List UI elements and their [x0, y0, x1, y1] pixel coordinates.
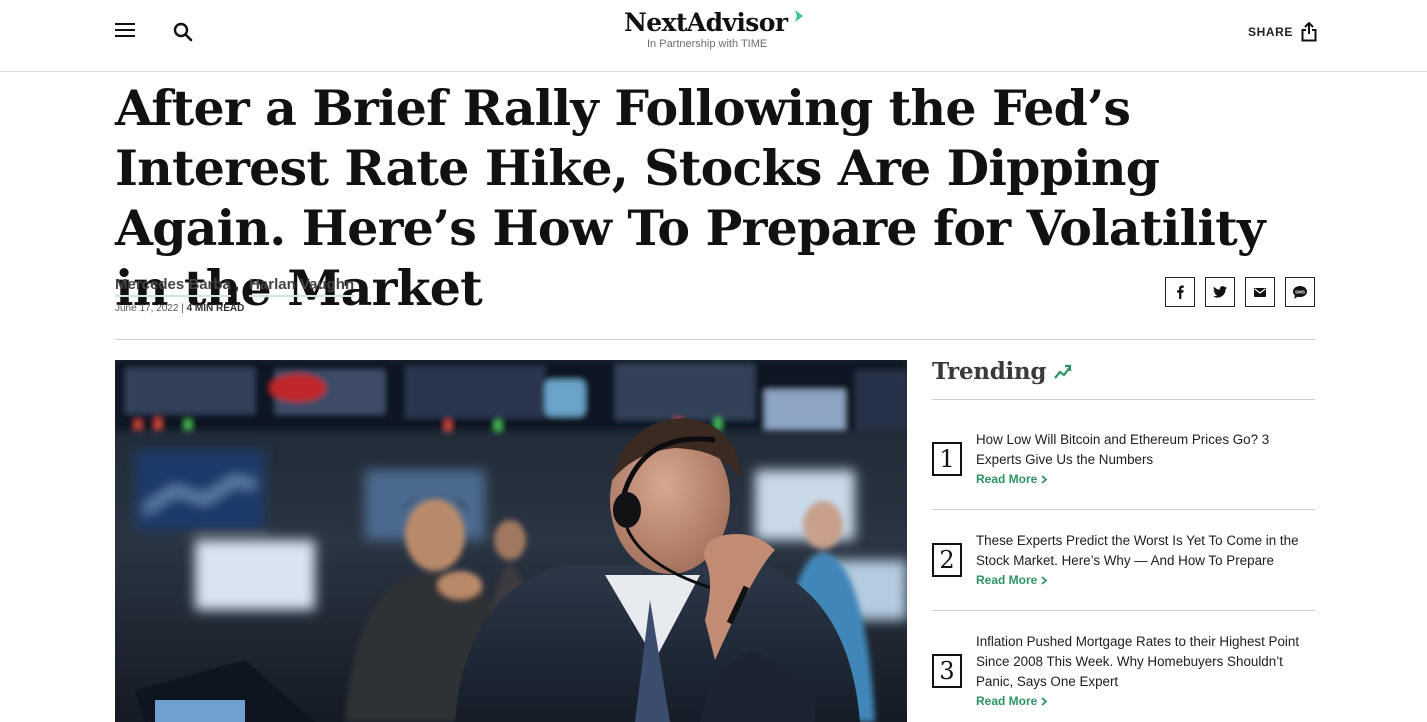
trending-title: Trending: [932, 358, 1047, 385]
logo-text: NextAdvisor: [624, 8, 788, 37]
email-icon: [1254, 287, 1266, 297]
publish-date: June 17, 2022: [115, 303, 179, 314]
trending-arrow-icon: [1054, 364, 1072, 379]
logo-subtitle: In Partnership with TIME: [647, 38, 768, 50]
facebook-icon: [1177, 285, 1184, 299]
read-more-label: Read More: [976, 694, 1038, 708]
author-link[interactable]: Harlan Vaughn: [249, 276, 355, 297]
read-more-link[interactable]: Read More: [976, 694, 1048, 708]
section-divider: [115, 339, 1315, 340]
search-icon[interactable]: [172, 21, 194, 43]
share-label: SHARE: [1248, 25, 1294, 39]
read-more-label: Read More: [976, 472, 1038, 486]
trending-header: Trending: [932, 358, 1072, 385]
author-separator: ,: [234, 276, 240, 293]
sms-share-button[interactable]: SMS: [1285, 277, 1315, 307]
read-more-link[interactable]: Read More: [976, 573, 1048, 587]
chevron-right-icon: [1041, 474, 1048, 484]
trending-rank: 2: [932, 543, 962, 577]
trending-rule: [932, 610, 1315, 611]
social-share-bar: SMS: [1165, 277, 1315, 307]
twitter-icon: [1213, 286, 1227, 298]
email-share-button[interactable]: [1245, 277, 1275, 307]
hamburger-icon[interactable]: [115, 23, 135, 39]
read-more-label: Read More: [976, 573, 1038, 587]
trending-rule: [932, 399, 1315, 400]
site-logo[interactable]: NextAdvisor In Partnership with TIME: [624, 6, 804, 50]
trending-item-title[interactable]: These Experts Predict the Worst Is Yet T…: [976, 531, 1315, 571]
share-button[interactable]: SHARE: [1248, 22, 1317, 42]
share-icon: [1301, 22, 1317, 42]
byline: Mercedes Barba , Harlan Vaughn: [115, 276, 355, 297]
hero-image[interactable]: [115, 360, 907, 722]
trending-item-title[interactable]: How Low Will Bitcoin and Ethereum Prices…: [976, 430, 1315, 470]
facebook-share-button[interactable]: [1165, 277, 1195, 307]
sms-icon: SMS: [1293, 285, 1307, 299]
trending-item-title[interactable]: Inflation Pushed Mortgage Rates to their…: [976, 632, 1315, 692]
trending-rank: 3: [932, 654, 962, 688]
read-more-link[interactable]: Read More: [976, 472, 1048, 486]
trending-rank: 1: [932, 442, 962, 476]
logo-arrow-icon: [795, 10, 803, 22]
read-time: 4 MIN READ: [186, 303, 245, 314]
site-header: NextAdvisor In Partnership with TIME SHA…: [0, 0, 1427, 72]
svg-text:SMS: SMS: [1295, 289, 1305, 294]
trending-rule: [932, 509, 1315, 510]
twitter-share-button[interactable]: [1205, 277, 1235, 307]
chevron-right-icon: [1041, 575, 1048, 585]
chevron-right-icon: [1041, 696, 1048, 706]
author-link[interactable]: Mercedes Barba: [115, 276, 231, 297]
meta-separator: |: [181, 303, 184, 314]
article-meta: June 17, 2022 | 4 MIN READ: [115, 303, 244, 314]
